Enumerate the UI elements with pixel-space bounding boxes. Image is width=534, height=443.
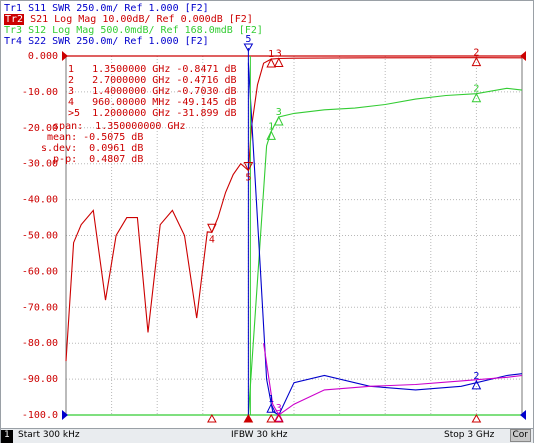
marker-readout-row: 4 960.00000 MHz -49.145 dB bbox=[68, 97, 237, 108]
stop-frequency[interactable]: Stop 3 GHz bbox=[444, 430, 494, 440]
y-axis-tick-label: -80.00 bbox=[22, 338, 58, 349]
marker-triangle[interactable] bbox=[471, 92, 482, 103]
status-bar: 1 Start 300 kHz IFBW 30 kHz Stop 3 GHz C… bbox=[1, 428, 533, 443]
marker-label: 2 bbox=[473, 84, 479, 95]
ifbw-value[interactable]: IFBW 30 kHz bbox=[231, 430, 287, 440]
trace-s22[interactable] bbox=[263, 343, 523, 416]
y-axis-tick-label: -90.00 bbox=[22, 374, 58, 385]
statistics-row: p-p: 0.4807 dB bbox=[41, 154, 143, 165]
marker-triangle[interactable] bbox=[471, 56, 482, 67]
stimulus-marker[interactable] bbox=[243, 413, 254, 423]
marker-label: 4 bbox=[209, 234, 215, 245]
top-marker-5-label: 5 bbox=[245, 34, 251, 45]
y-axis-tick-label: -100.0 bbox=[22, 410, 58, 421]
y-axis-tick-label: -60.00 bbox=[22, 266, 58, 277]
marker-triangle[interactable] bbox=[273, 57, 284, 68]
y-axis-tick-label: -70.00 bbox=[22, 302, 58, 313]
ref-arrow-left-s21[interactable] bbox=[62, 51, 68, 61]
y-axis-tick-label: 0.000 bbox=[28, 51, 58, 62]
marker-readout-row: >5 1.2000000 GHz -31.899 dB bbox=[68, 108, 237, 119]
channel-number[interactable]: 1 bbox=[1, 430, 13, 443]
correction-badge[interactable]: Cor bbox=[509, 429, 531, 442]
start-frequency[interactable]: Start 300 kHz bbox=[18, 430, 80, 440]
marker-label: 3 bbox=[276, 49, 282, 60]
marker-label: 2 bbox=[473, 371, 479, 382]
statistics-row: mean: -0.5075 dB bbox=[41, 132, 143, 143]
y-axis-tick-label: -10.00 bbox=[22, 87, 58, 98]
analyzer-window: Tr1 S11 SWR 250.0m/ Ref 1.000 [F2] Tr2 S… bbox=[0, 0, 534, 443]
y-axis-tick-label: -50.00 bbox=[22, 231, 58, 242]
marker-triangle[interactable] bbox=[273, 115, 284, 126]
ref-arrow-right-s21[interactable] bbox=[520, 51, 526, 61]
marker-label: 1 bbox=[268, 394, 274, 405]
marker-readout-row: 1 1.3500000 GHz -0.8471 dB bbox=[68, 64, 237, 75]
statistics-row: s.dev: 0.0961 dB bbox=[41, 143, 143, 154]
marker-label: 5 bbox=[245, 173, 251, 184]
ref-arrow-right-swr[interactable] bbox=[520, 410, 526, 420]
marker-label: 2 bbox=[473, 48, 479, 59]
marker-label: 3 bbox=[276, 107, 282, 118]
marker-label: 3 bbox=[276, 403, 282, 414]
stimulus-marker[interactable] bbox=[207, 413, 217, 423]
marker-label: 1 bbox=[268, 49, 274, 60]
stimulus-marker[interactable] bbox=[266, 413, 277, 423]
ref-arrow-left-swr[interactable] bbox=[62, 410, 68, 420]
measurement-plot[interactable]: 0.000-10.00-20.00-30.00-40.00-50.00-60.0… bbox=[1, 1, 533, 428]
statistics-row: span: 1.350000000 GHz bbox=[41, 121, 186, 132]
marker-readout-row: 3 1.4000000 GHz -0.7030 dB bbox=[68, 86, 237, 97]
marker-label: 1 bbox=[268, 121, 274, 132]
marker-readout-row: 2 2.7000000 GHz -0.4716 dB bbox=[68, 75, 237, 86]
stimulus-marker[interactable] bbox=[471, 413, 482, 423]
y-axis-tick-label: -40.00 bbox=[22, 195, 58, 206]
